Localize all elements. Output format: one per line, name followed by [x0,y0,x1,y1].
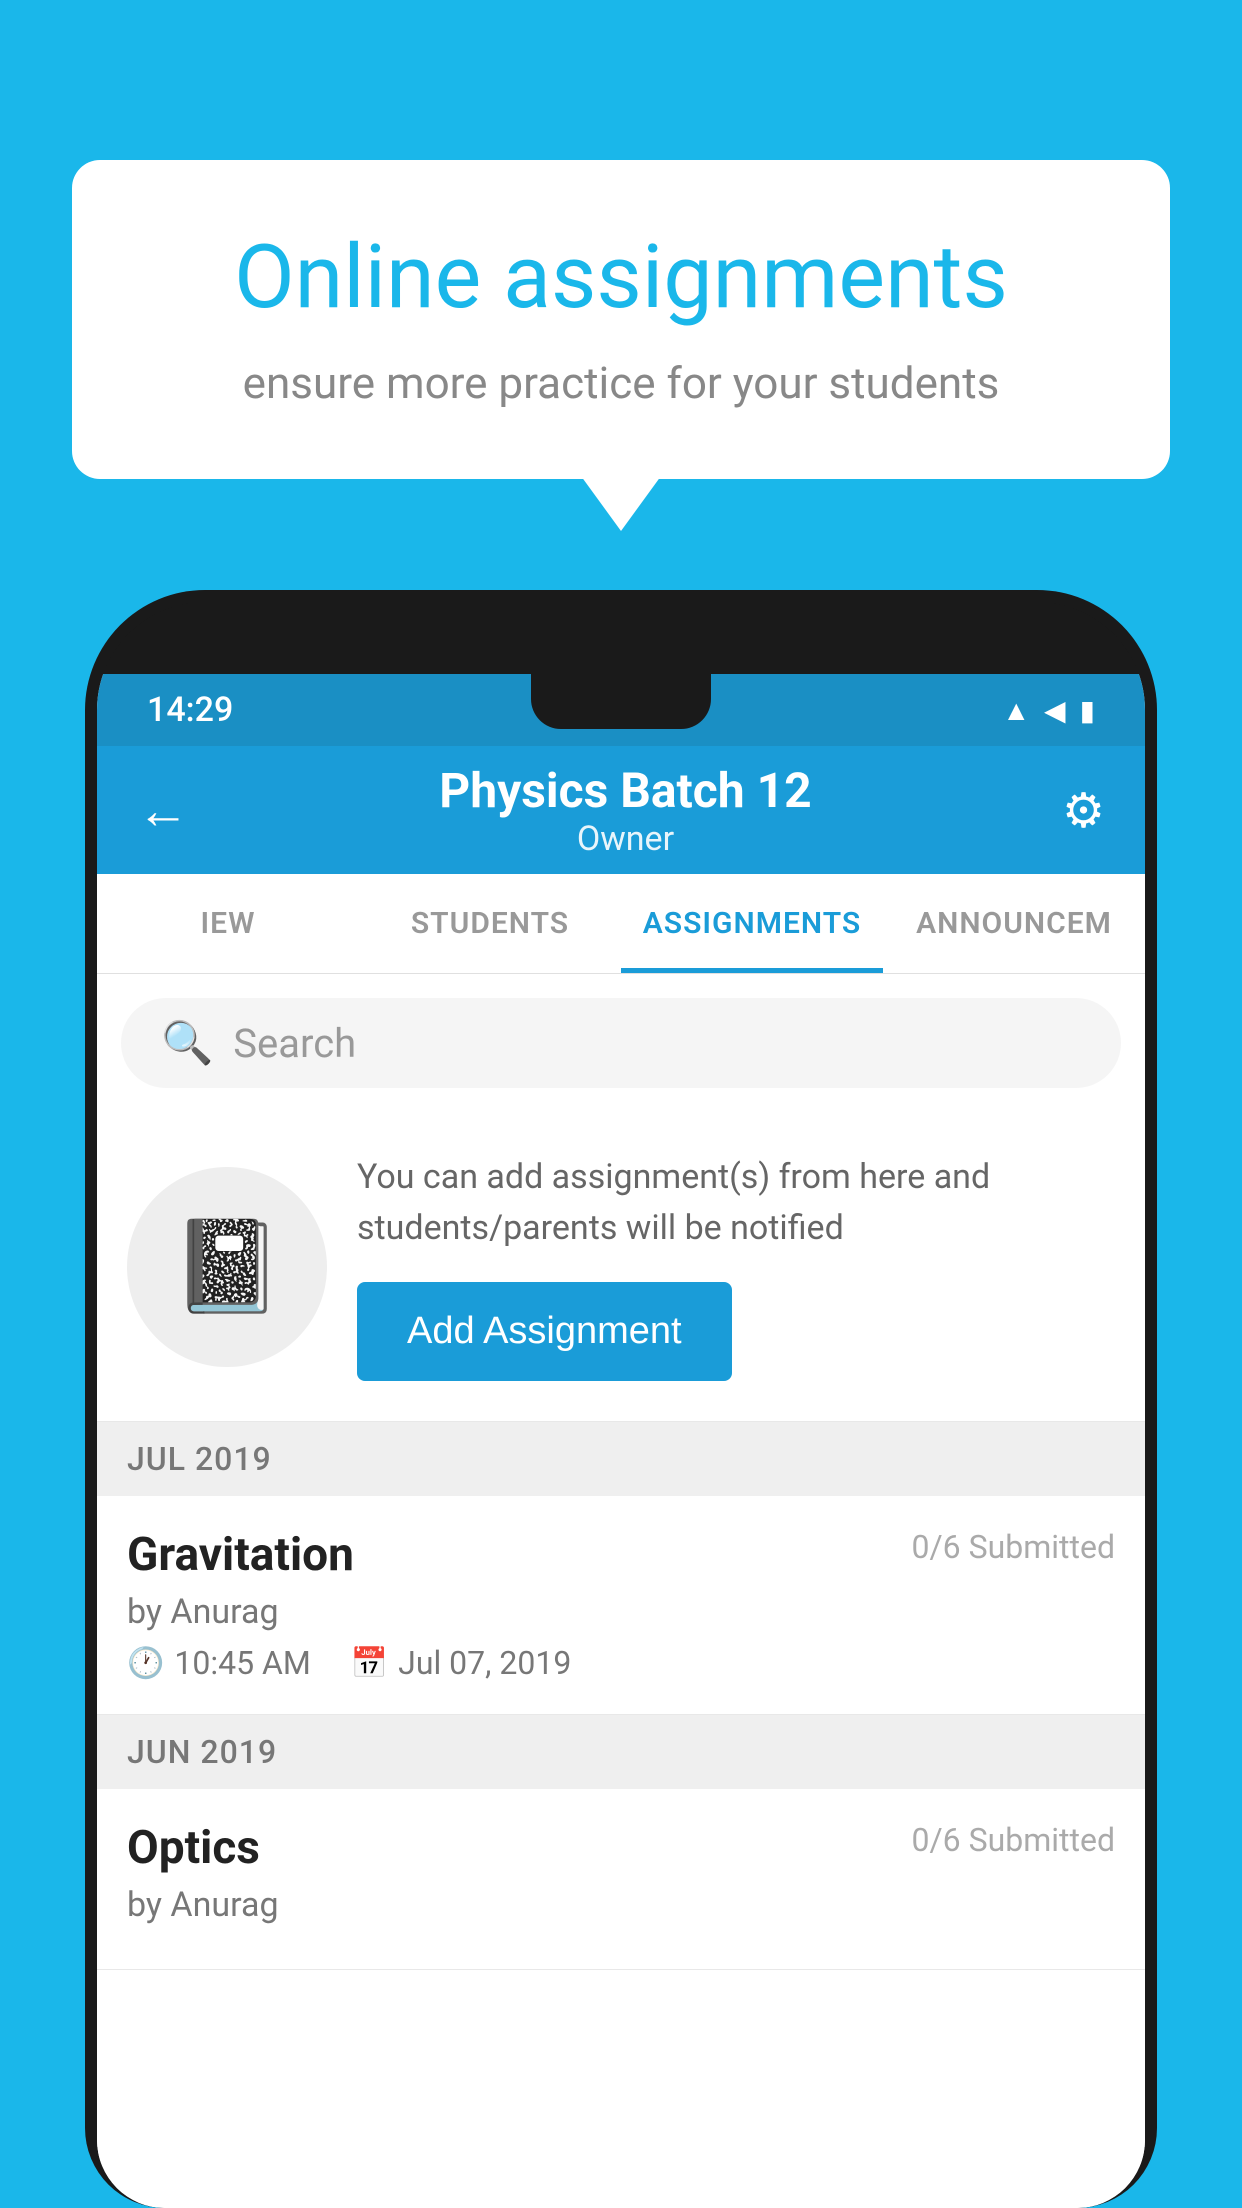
app-bar-title-group: Physics Batch 12 Owner [439,762,811,859]
tab-iew[interactable]: IEW [97,874,359,973]
notch [531,674,711,729]
search-bar[interactable]: 🔍 Search [121,998,1121,1088]
assignment-author-gravitation: by Anurag [127,1592,1115,1632]
add-assignment-description: You can add assignment(s) from here and … [357,1152,1115,1254]
app-bar: ← Physics Batch 12 Owner ⚙ [97,746,1145,874]
add-assignment-right: You can add assignment(s) from here and … [357,1152,1115,1381]
assignment-title-gravitation: Gravitation [127,1528,354,1582]
calendar-icon: 📅 [351,1646,388,1681]
status-bar: 14:29 ▲ ◀ ▮ [97,674,1145,746]
assignment-meta-gravitation: 🕐 10:45 AM 📅 Jul 07, 2019 [127,1644,1115,1682]
assignment-submitted-optics: 0/6 Submitted [911,1821,1115,1859]
assignment-date-gravitation: 📅 Jul 07, 2019 [351,1644,572,1682]
clock-icon: 🕐 [127,1646,164,1681]
assignment-item-gravitation[interactable]: Gravitation 0/6 Submitted by Anurag 🕐 10… [97,1496,1145,1715]
search-placeholder: Search [233,1020,356,1067]
speech-bubble-container: Online assignments ensure more practice … [72,160,1170,479]
assignment-author-optics: by Anurag [127,1885,1115,1925]
section-header-jul-2019: JUL 2019 [97,1422,1145,1496]
phone-frame: 14:29 ▲ ◀ ▮ ← Physics Batch 12 Owner ⚙ [85,590,1157,2208]
status-time: 14:29 [147,690,233,730]
assignment-submitted-gravitation: 0/6 Submitted [911,1528,1115,1566]
assignment-title-optics: Optics [127,1821,260,1875]
assignment-time-gravitation: 🕐 10:45 AM [127,1644,311,1682]
speech-bubble-title: Online assignments [152,230,1090,327]
assignment-item-top-optics: Optics 0/6 Submitted [127,1821,1115,1875]
tab-students[interactable]: STUDENTS [359,874,621,973]
signal-icon: ◀ [1044,694,1066,727]
search-icon: 🔍 [161,1019,213,1068]
assignment-item-top: Gravitation 0/6 Submitted [127,1528,1115,1582]
notebook-icon: 📓 [171,1214,283,1319]
battery-icon: ▮ [1080,694,1095,727]
add-assignment-section: 📓 You can add assignment(s) from here an… [97,1112,1145,1422]
app-bar-title: Physics Batch 12 [439,762,811,819]
back-button[interactable]: ← [137,780,189,841]
wifi-icon: ▲ [1002,694,1030,727]
search-container: 🔍 Search [97,974,1145,1112]
add-assignment-button[interactable]: Add Assignment [357,1282,732,1381]
screen-content: 🔍 Search 📓 You can add assignment(s) fro… [97,974,1145,2208]
phone-screen: 14:29 ▲ ◀ ▮ ← Physics Batch 12 Owner ⚙ [97,674,1145,2208]
assignment-item-optics[interactable]: Optics 0/6 Submitted by Anurag [97,1789,1145,1970]
speech-bubble-subtitle: ensure more practice for your students [152,357,1090,409]
section-header-jun-2019: JUN 2019 [97,1715,1145,1789]
settings-icon[interactable]: ⚙ [1062,782,1105,839]
assignment-icon-circle: 📓 [127,1167,327,1367]
app-bar-subtitle: Owner [439,819,811,859]
tab-bar: IEW STUDENTS ASSIGNMENTS ANNOUNCEM [97,874,1145,974]
speech-bubble: Online assignments ensure more practice … [72,160,1170,479]
phone-inner: 14:29 ▲ ◀ ▮ ← Physics Batch 12 Owner ⚙ [97,602,1145,2208]
tab-announcements[interactable]: ANNOUNCEM [883,874,1145,973]
tab-assignments[interactable]: ASSIGNMENTS [621,874,883,973]
status-icons: ▲ ◀ ▮ [1002,694,1095,727]
